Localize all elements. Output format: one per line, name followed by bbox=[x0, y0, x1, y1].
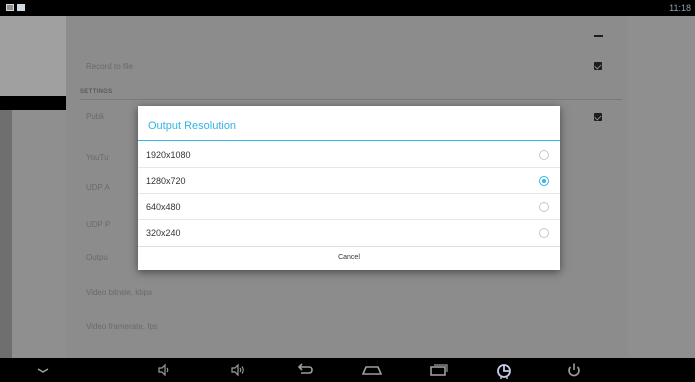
setting-label: YouTu bbox=[86, 153, 109, 162]
setting-label: UDP A bbox=[86, 183, 110, 192]
option-label: 1920x1080 bbox=[146, 150, 191, 160]
settings-row-publish[interactable]: Publi bbox=[86, 112, 104, 121]
settings-row-record-to-file[interactable]: Record to file bbox=[86, 62, 133, 71]
record-to-file-checkbox[interactable] bbox=[594, 62, 602, 70]
volume-up-icon[interactable] bbox=[228, 358, 248, 382]
dialog-title-divider bbox=[138, 140, 560, 141]
settings-row-video-bitrate[interactable]: Video bitrate, kbps bbox=[86, 288, 152, 297]
background-strip bbox=[0, 96, 68, 110]
power-icon[interactable] bbox=[564, 358, 584, 382]
settings-row-youtube[interactable]: YouTu bbox=[86, 153, 109, 162]
setting-label: UDP P bbox=[86, 220, 111, 229]
option-label: 320x240 bbox=[146, 228, 181, 238]
radio-button[interactable] bbox=[539, 228, 549, 238]
recent-apps-icon[interactable] bbox=[428, 358, 450, 382]
back-icon[interactable] bbox=[294, 358, 316, 382]
navigation-bar bbox=[0, 358, 695, 382]
screenshot-icon[interactable] bbox=[492, 358, 516, 382]
setting-label: Video bitrate, kbps bbox=[86, 288, 153, 297]
setting-label: Outpu bbox=[86, 253, 108, 262]
radio-button[interactable] bbox=[539, 150, 549, 160]
publish-checkbox[interactable] bbox=[594, 113, 602, 121]
sd-card-icon bbox=[17, 4, 25, 11]
volume-down-icon[interactable] bbox=[155, 358, 173, 382]
option-label: 1280x720 bbox=[146, 176, 186, 186]
cancel-button[interactable]: Cancel bbox=[138, 246, 560, 270]
resolution-option-320x240[interactable]: 320x240 bbox=[138, 220, 560, 246]
option-label: 640x480 bbox=[146, 202, 181, 212]
setting-label: Record to file bbox=[86, 62, 134, 71]
setting-label: Video framerate, fps bbox=[86, 322, 158, 331]
resolution-option-1280x720[interactable]: 1280x720 bbox=[138, 168, 560, 194]
status-bar: 11:18 bbox=[0, 0, 695, 16]
setting-label: Publi bbox=[86, 112, 104, 121]
resolution-option-1920x1080[interactable]: 1920x1080 bbox=[138, 142, 560, 168]
screen-icon bbox=[6, 4, 14, 11]
settings-row-video-framerate[interactable]: Video framerate, fps bbox=[86, 322, 158, 331]
radio-button-selected[interactable] bbox=[539, 176, 549, 186]
resolution-option-640x480[interactable]: 640x480 bbox=[138, 194, 560, 220]
status-clock: 11:18 bbox=[669, 3, 691, 13]
settings-row-udp-address[interactable]: UDP A bbox=[86, 183, 110, 192]
radio-button[interactable] bbox=[539, 202, 549, 212]
cropped-row-indicator bbox=[594, 35, 603, 37]
section-divider bbox=[80, 99, 622, 100]
output-resolution-dialog: Output Resolution 1920x1080 1280x720 640… bbox=[138, 106, 560, 270]
hide-keyboard-icon[interactable] bbox=[33, 358, 53, 382]
dialog-title: Output Resolution bbox=[148, 120, 237, 132]
settings-row-output[interactable]: Outpu bbox=[86, 253, 108, 262]
section-header-settings: SETTINGS bbox=[80, 89, 113, 95]
settings-row-udp-port[interactable]: UDP P bbox=[86, 220, 110, 229]
home-icon[interactable] bbox=[360, 358, 384, 382]
cancel-button-label: Cancel bbox=[338, 254, 360, 261]
